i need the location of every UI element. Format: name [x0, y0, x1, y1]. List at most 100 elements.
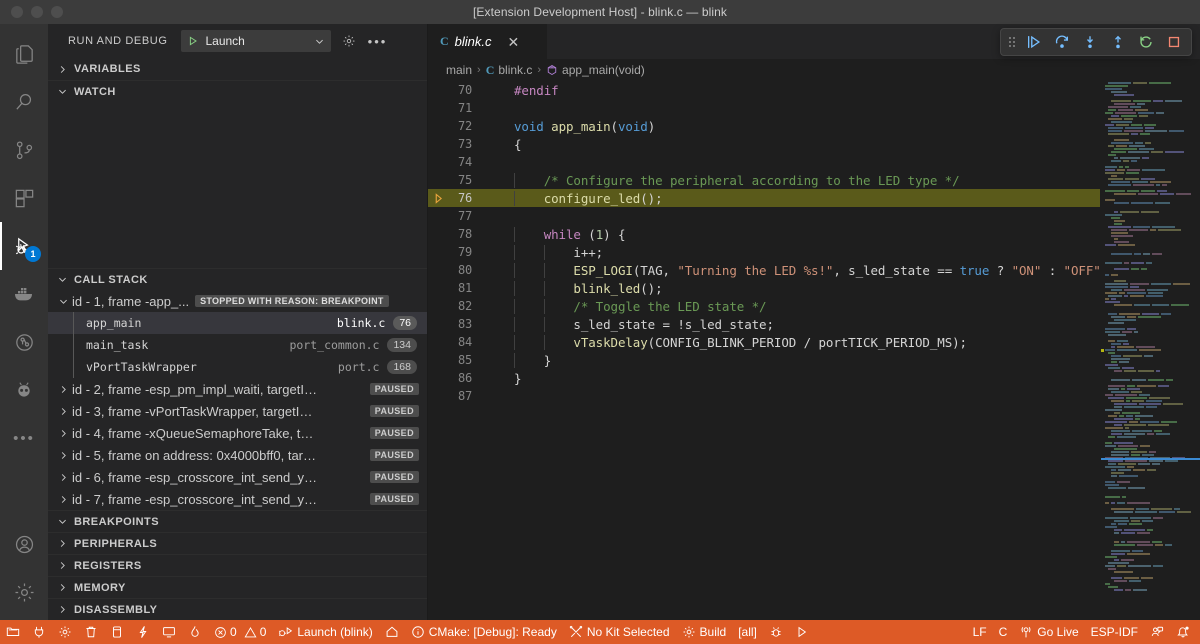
launch-config-dropdown[interactable]: Launch	[181, 30, 332, 52]
code-line[interactable]: 73 {	[428, 135, 1100, 153]
status-esp-idf-flash[interactable]	[130, 620, 156, 644]
code-line[interactable]: 85 }	[428, 351, 1100, 369]
status-cmake-status[interactable]: CMake: [Debug]: Ready	[405, 620, 563, 644]
status-language-mode[interactable]: C	[993, 620, 1014, 644]
call-stack-list[interactable]: id - 1, frame -app_... STOPPED WITH REAS…	[48, 290, 427, 510]
code-text[interactable]: /* Configure the peripheral according to…	[486, 172, 1100, 188]
call-stack-thread[interactable]: id - 6, frame -esp_crosscore_int_send_yi…	[48, 466, 427, 488]
status-live-share[interactable]	[1144, 620, 1170, 644]
status-esp-idf-build-flash-monitor[interactable]	[182, 620, 208, 644]
code-line[interactable]: 76 configure_led();	[428, 189, 1100, 207]
call-stack-thread[interactable]: id - 4, frame -xQueueSemaphoreTake, targ…	[48, 422, 427, 444]
code-text[interactable]: configure_led();	[486, 190, 1100, 206]
restart-button[interactable]	[1133, 30, 1159, 54]
debug-toolbar[interactable]	[1000, 28, 1192, 56]
status-esp-idf-version[interactable]: ESP-IDF	[1085, 620, 1144, 644]
status-cmake-debug[interactable]	[763, 620, 789, 644]
breadcrumb-item-symbol[interactable]: app_main(void)	[546, 63, 645, 77]
minimap[interactable]	[1100, 81, 1200, 620]
minimize-window-button[interactable]	[31, 6, 43, 18]
status-esp-idf-full-clean[interactable]	[78, 620, 104, 644]
status-esp-idf-select-port[interactable]	[26, 620, 52, 644]
status-cmake-kit[interactable]: No Kit Selected	[563, 620, 676, 644]
code-text[interactable]: void app_main(void)	[486, 119, 1100, 134]
close-icon[interactable]: ✕	[508, 35, 520, 49]
editor-scrollbar[interactable]	[1186, 81, 1200, 620]
status-cmake-build-target[interactable]: [all]	[732, 620, 763, 644]
code-text[interactable]: /* Toggle the LED state */	[486, 298, 1100, 314]
close-window-button[interactable]	[11, 6, 23, 18]
status-go-live[interactable]: Go Live	[1013, 620, 1084, 644]
activity-item-more-views[interactable]: •••	[0, 414, 48, 462]
code-text[interactable]: #endif	[486, 83, 1100, 98]
stack-frame-row[interactable]: vPortTaskWrapper port.c 168	[48, 356, 427, 378]
window-controls[interactable]	[0, 6, 63, 18]
code-text[interactable]: }	[486, 371, 1100, 386]
status-cmake-build[interactable]: Build	[676, 620, 733, 644]
code-line[interactable]: 83 s_led_state = !s_led_state;	[428, 315, 1100, 333]
stop-button[interactable]	[1161, 30, 1187, 54]
status-esp-idf-menuconfig[interactable]	[52, 620, 78, 644]
status-esp-idf-monitor[interactable]	[156, 620, 182, 644]
code-line[interactable]: 74	[428, 153, 1100, 171]
code-line[interactable]: 81 blink_led();	[428, 279, 1100, 297]
code-text[interactable]: vTaskDelay(CONFIG_BLINK_PERIOD / portTIC…	[486, 334, 1100, 350]
continue-button[interactable]	[1021, 30, 1047, 54]
code-line[interactable]: 72 void app_main(void)	[428, 117, 1100, 135]
section-header-registers[interactable]: REGISTERS	[48, 554, 427, 576]
code-line[interactable]: 71	[428, 99, 1100, 117]
code-text[interactable]: ESP_LOGI(TAG, "Turning the LED %s!", s_l…	[486, 262, 1100, 278]
section-header-variables[interactable]: VARIABLES	[48, 58, 427, 80]
stack-frame-row[interactable]: main_task port_common.c 134	[48, 334, 427, 356]
debug-configure-button[interactable]	[339, 30, 359, 52]
section-header-call-stack[interactable]: CALL STACK	[48, 268, 427, 290]
code-editor[interactable]: 70 #endif 71 72 void app_main(void) 73{74 75 /…	[428, 81, 1200, 620]
step-over-button[interactable]	[1049, 30, 1075, 54]
section-header-peripherals[interactable]: PERIPHERALS	[48, 532, 427, 554]
code-line[interactable]: 79 i++;	[428, 243, 1100, 261]
activity-item-search[interactable]	[0, 78, 48, 126]
activity-item-explorer[interactable]	[0, 30, 48, 78]
call-stack-thread[interactable]: id - 2, frame -esp_pm_impl_waiti, target…	[48, 378, 427, 400]
status-eol-selector[interactable]: LF	[967, 620, 993, 644]
code-line[interactable]: 82 /* Toggle the LED state */	[428, 297, 1100, 315]
section-header-disassembly[interactable]: DISASSEMBLY	[48, 598, 427, 620]
zoom-window-button[interactable]	[51, 6, 63, 18]
status-esp-idf-build[interactable]	[104, 620, 130, 644]
status-home[interactable]	[379, 620, 405, 644]
code-line[interactable]: 84 vTaskDelay(CONFIG_BLINK_PERIOD / port…	[428, 333, 1100, 351]
code-text[interactable]: blink_led();	[486, 280, 1100, 296]
status-esp-idf-open-project[interactable]	[0, 620, 26, 644]
code-text[interactable]: s_led_state = !s_led_state;	[486, 316, 1100, 332]
activity-item-run-and-debug[interactable]: 1	[0, 222, 48, 270]
section-header-memory[interactable]: MEMORY	[48, 576, 427, 598]
editor-tab-blink-c[interactable]: C blink.c ✕	[428, 24, 548, 59]
code-text[interactable]: {	[486, 137, 1100, 152]
step-into-button[interactable]	[1077, 30, 1103, 54]
breakpoint-marker[interactable]	[428, 192, 450, 205]
code-content[interactable]: 70 #endif 71 72 void app_main(void) 73{74 75 /…	[428, 81, 1100, 620]
code-line[interactable]: 80 ESP_LOGI(TAG, "Turning the LED %s!", …	[428, 261, 1100, 279]
grip-icon[interactable]	[1005, 35, 1019, 49]
stack-frame-row[interactable]: app_main blink.c 76	[48, 312, 427, 334]
activity-item-source-control[interactable]	[0, 126, 48, 174]
code-line[interactable]: 75 /* Configure the peripheral according…	[428, 171, 1100, 189]
code-text[interactable]: i++;	[486, 244, 1100, 260]
code-line[interactable]: 70 #endif	[428, 81, 1100, 99]
code-line[interactable]: 87	[428, 387, 1100, 405]
breadcrumb-item-file[interactable]: C blink.c	[486, 63, 533, 78]
section-header-watch[interactable]: WATCH	[48, 80, 427, 102]
code-text[interactable]: while (1) {	[486, 226, 1100, 242]
step-out-button[interactable]	[1105, 30, 1131, 54]
call-stack-thread[interactable]: id - 5, frame on address: 0x4000bff0, ta…	[48, 444, 427, 466]
activity-item-espressif[interactable]	[0, 366, 48, 414]
status-cmake-run[interactable]	[789, 620, 815, 644]
activity-item-docker[interactable]	[0, 270, 48, 318]
code-line[interactable]: 78 while (1) {	[428, 225, 1100, 243]
call-stack-thread[interactable]: id - 3, frame -vPortTaskWrapper, targetI…	[48, 400, 427, 422]
call-stack-thread[interactable]: id - 7, frame -esp_crosscore_int_send_yi…	[48, 488, 427, 510]
code-line[interactable]: 77	[428, 207, 1100, 225]
activity-item-extensions[interactable]	[0, 174, 48, 222]
activity-item-accounts[interactable]	[0, 520, 48, 568]
breadcrumb[interactable]: main › C blink.c › app_main(void)	[428, 59, 1200, 81]
